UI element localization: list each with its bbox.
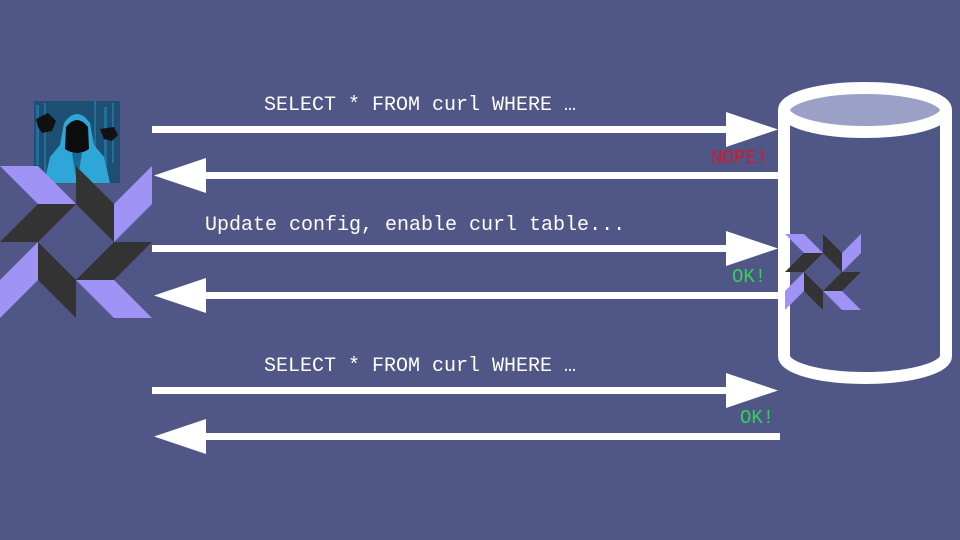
response-label-nope: NOPE! [711,147,769,169]
response-label-ok-2: OK! [740,407,775,429]
request-label-1: SELECT * FROM curl WHERE … [264,94,577,117]
request-label-3: SELECT * FROM curl WHERE … [264,355,577,378]
request-label-2: Update config, enable curl table... [205,214,626,237]
arrows-layer [152,112,780,454]
response-arrow-3 [154,419,780,454]
response-label-ok-1: OK! [732,266,767,288]
response-arrow-1 [154,158,780,193]
sequence-diagram: SELECT * FROM curl WHERE … Update config… [0,0,960,540]
response-arrow-2 [154,278,780,313]
